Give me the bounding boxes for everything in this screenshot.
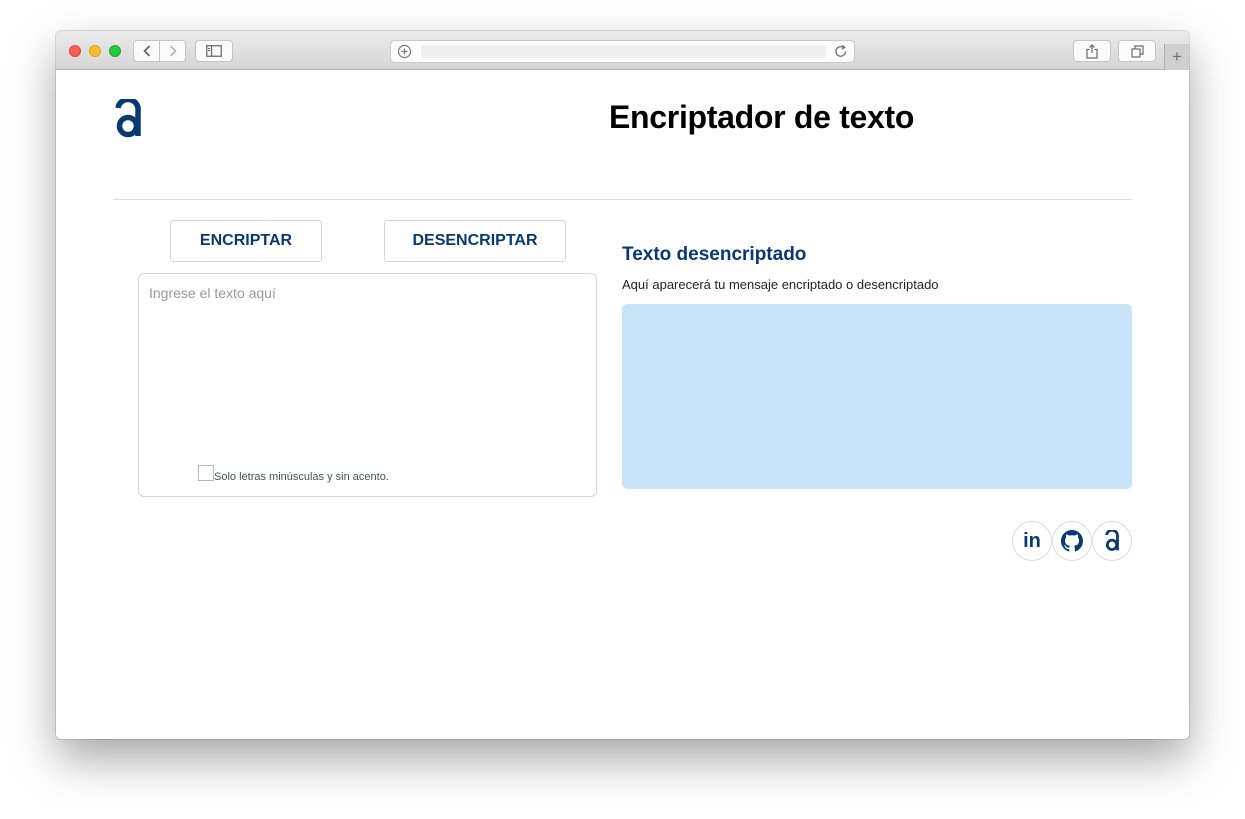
chevron-right-icon [169, 45, 177, 57]
output-subtitle: Aquí aparecerá tu mensaje encriptado o d… [622, 277, 939, 292]
chevron-left-icon [143, 45, 150, 57]
forward-button[interactable] [159, 41, 185, 61]
text-input[interactable] [139, 274, 596, 454]
sidebar-button[interactable] [195, 40, 233, 62]
url-input[interactable] [421, 45, 826, 58]
sidebar-icon [206, 45, 222, 57]
tabs-overview-button[interactable] [1118, 40, 1156, 62]
alura-logo-icon[interactable] [114, 96, 142, 144]
share-icon [1086, 43, 1098, 59]
output-title: Texto desencriptado [622, 244, 807, 265]
address-bar [390, 40, 855, 63]
page-title: Encriptador de texto [609, 99, 915, 135]
linkedin-icon: in [1023, 529, 1041, 552]
browser-toolbar: + [56, 31, 1189, 70]
plus-circle-icon[interactable] [397, 44, 412, 64]
linkedin-button[interactable]: in [1012, 521, 1052, 561]
header-divider [113, 199, 1132, 200]
close-window-button[interactable] [69, 45, 81, 57]
new-tab-label: + [1172, 47, 1182, 66]
encrypt-button[interactable]: ENCRIPTAR [170, 220, 322, 262]
back-button[interactable] [134, 41, 159, 61]
navigation-buttons [133, 40, 186, 62]
tabs-icon [1130, 44, 1144, 58]
input-panel: Solo letras minúsculas y sin acento. [138, 273, 597, 497]
reload-icon[interactable] [834, 44, 848, 64]
github-button[interactable] [1052, 521, 1092, 561]
lowercase-checkbox[interactable] [198, 465, 214, 481]
page-content: Encriptador de texto ENCRIPTAR DESENCRIP… [56, 71, 1189, 739]
alura-icon [1105, 530, 1119, 551]
output-panel [622, 304, 1132, 489]
share-button[interactable] [1073, 40, 1111, 62]
zoom-window-button[interactable] [109, 45, 121, 57]
checkbox-label: Solo letras minúsculas y sin acento. [214, 471, 389, 483]
browser-window: + Encriptador de texto ENCRIPTAR DESENCR… [56, 31, 1189, 739]
decrypt-button[interactable]: DESENCRIPTAR [384, 220, 566, 262]
minimize-window-button[interactable] [89, 45, 101, 57]
alura-button[interactable] [1092, 521, 1132, 561]
github-icon [1061, 530, 1083, 552]
new-tab-button[interactable]: + [1164, 44, 1189, 70]
